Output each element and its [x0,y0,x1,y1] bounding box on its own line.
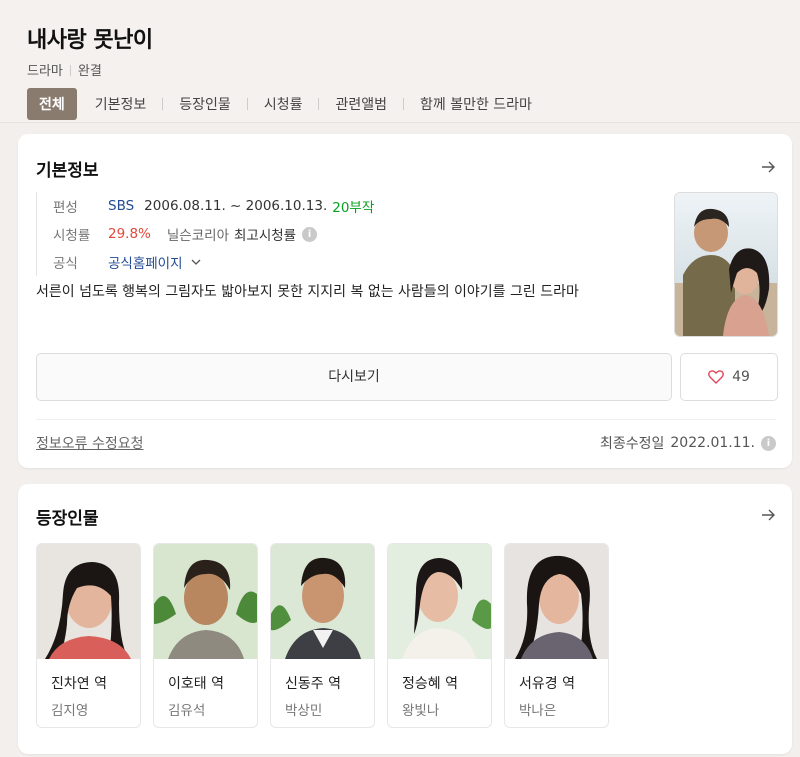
cast-role: 서유경 역 [519,676,575,692]
arrow-right-icon[interactable] [760,507,776,523]
cast-item[interactable]: 이호태 역 김유석 [153,543,258,728]
drama-poster[interactable] [674,192,778,337]
tab-bar: 전체 기본정보 등장인물 시청률 관련앨범 함께 볼만한 드라마 [27,88,548,120]
info-icon[interactable]: i [761,435,776,451]
tab-related-dramas[interactable]: 함께 볼만한 드라마 [404,94,548,114]
cast-item[interactable]: 서유경 역 박나은 [504,543,609,728]
rating-kind: 최고시청률 [234,228,297,244]
cast-actor: 김지영 [51,703,89,719]
heart-icon [708,370,725,384]
divider [36,419,776,420]
info-list: 편성 SBS 2006.08.11. ~ 2006.10.13. 20부작 시청… [36,192,374,276]
cast-title: 등장인물 [36,509,99,529]
broadcast-label: 편성 [53,200,78,216]
cast-role: 정승혜 역 [402,676,458,692]
drama-description: 서른이 넘도록 행복의 그림자도 밟아보지 못한 지지리 복 없는 사람들의 이… [36,284,579,300]
broadcast-row: 편성 SBS 2006.08.11. ~ 2006.10.13. 20부작 [53,192,374,220]
basic-info-title: 기본정보 [36,161,99,181]
status-label: 완결 [77,64,102,79]
rating-value: 29.8% [108,226,151,242]
cast-card: 등장인물 진차연 역 김지영 이호태 역 김유석 신동주 역 박상민 정승혜 역… [18,484,792,754]
channel-link[interactable]: SBS [108,198,134,214]
cast-role: 신동주 역 [285,676,341,692]
rewatch-button[interactable]: 다시보기 [36,353,672,401]
basic-info-card: 기본정보 편성 SBS 2006.08.11. ~ 2006.10.13. 20… [18,134,792,468]
updated-label: 최종수정일 [599,436,665,452]
cast-list: 진차연 역 김지영 이호태 역 김유석 신동주 역 박상민 정승혜 역 왕빛나 … [36,543,621,728]
cast-actor: 박상민 [285,703,323,719]
official-homepage-link[interactable]: 공식홈페이지 [108,252,183,272]
tab-albums[interactable]: 관련앨범 [319,94,403,114]
arrow-right-icon[interactable] [760,159,776,175]
cast-photo [505,544,608,659]
cast-item[interactable]: 진차연 역 김지영 [36,543,141,728]
tab-cast[interactable]: 등장인물 [163,94,247,114]
updated-date: 2022.01.11. [670,435,755,451]
tab-ratings[interactable]: 시청률 [248,94,319,114]
page-title: 내사랑 못난이 [27,28,153,53]
meta-line: 드라마 완결 [27,60,102,79]
like-count: 49 [732,369,750,385]
cast-photo [154,544,257,659]
chevron-down-icon[interactable] [189,255,203,269]
rating-label: 시청률 [53,228,91,244]
page: 내사랑 못난이 드라마 완결 전체 기본정보 등장인물 시청률 관련앨범 함께 볼… [0,0,800,757]
rating-source: 닐슨코리아 [166,228,229,244]
info-icon[interactable]: i [302,226,318,242]
last-updated: 최종수정일 2022.01.11. i [600,433,776,453]
cast-item[interactable]: 정승혜 역 왕빛나 [387,543,492,728]
cast-role: 이호태 역 [168,676,224,692]
cast-photo [388,544,491,659]
tab-basic-info[interactable]: 기본정보 [79,94,163,114]
cast-photo [37,544,140,659]
episode-count: 20부작 [332,200,375,216]
report-error-link[interactable]: 정보오류 수정요청 [36,433,144,453]
official-label: 공식 [53,256,78,272]
cast-actor: 왕빛나 [402,703,440,719]
broadcast-period: 2006.08.11. ~ 2006.10.13. [144,198,328,214]
cast-item[interactable]: 신동주 역 박상민 [270,543,375,728]
cast-photo [271,544,374,659]
cast-actor: 박나은 [519,703,557,719]
like-button[interactable]: 49 [680,353,778,401]
official-row: 공식 공식홈페이지 [53,248,374,276]
tab-all[interactable]: 전체 [27,88,77,120]
cast-actor: 김유석 [168,703,206,719]
cast-role: 진차연 역 [51,676,107,692]
meta-divider [69,65,71,76]
genre-label: 드라마 [27,64,63,79]
rating-row: 시청률 29.8% 닐슨코리아 최고시청률 i [53,220,374,248]
header: 내사랑 못난이 드라마 완결 전체 기본정보 등장인물 시청률 관련앨범 함께 볼… [0,0,800,123]
